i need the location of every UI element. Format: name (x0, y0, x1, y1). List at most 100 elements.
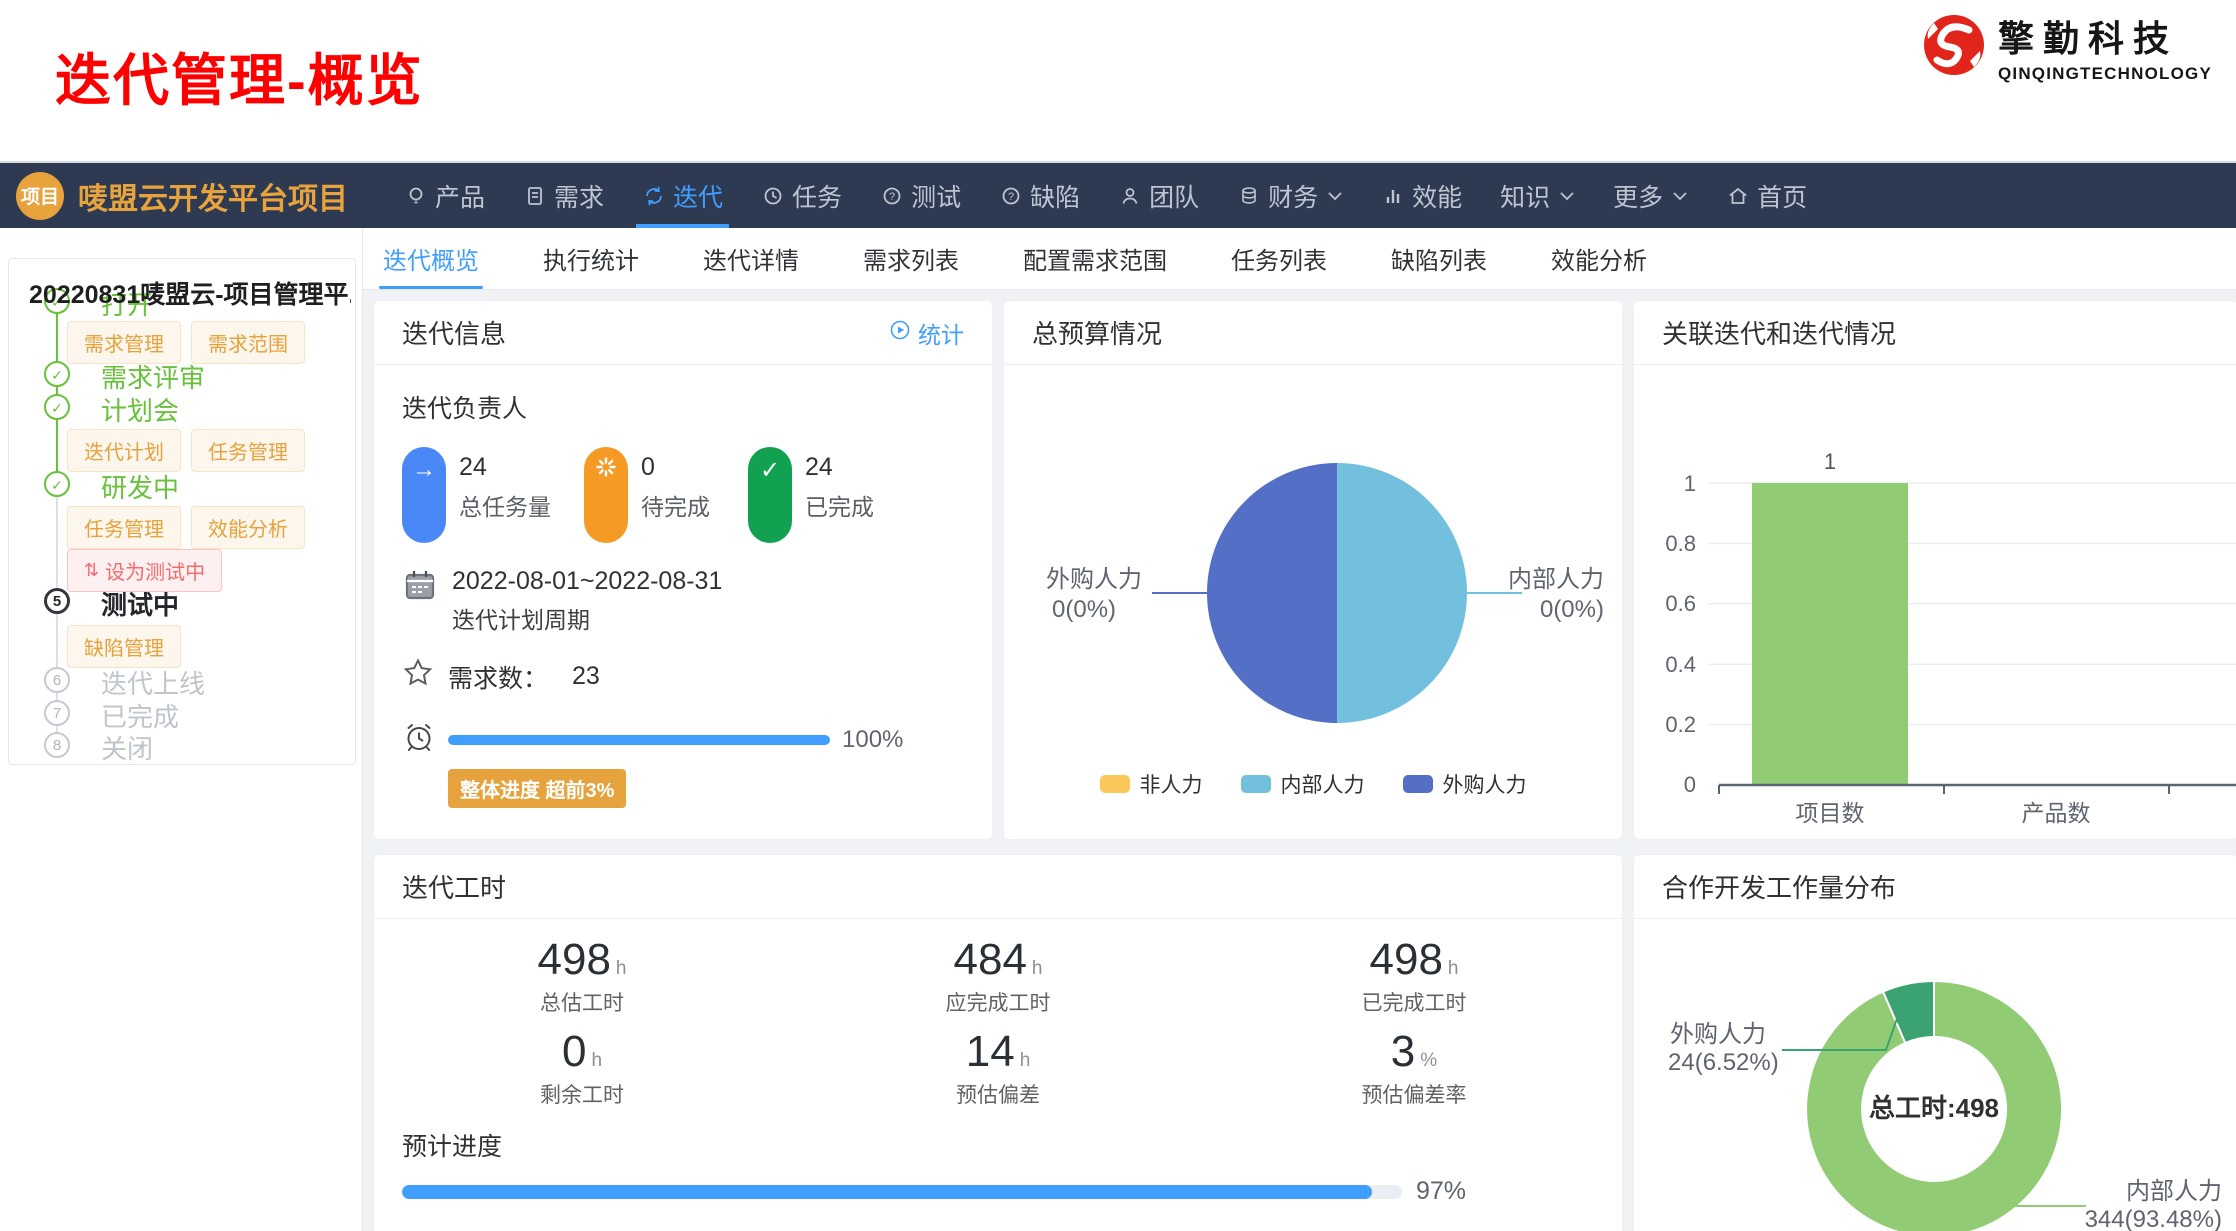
defect-manage-button[interactable]: 缺陷管理 (67, 625, 181, 668)
nav-item-label: 需求 (554, 178, 604, 214)
legend-item-internal[interactable]: 内部人力 (1241, 769, 1365, 799)
nav-item-team[interactable]: 团队 (1106, 163, 1211, 228)
step-circle-online: 6 (44, 667, 70, 693)
alarm-clock-icon (402, 720, 436, 759)
iteration-hours-card: 迭代工时 498h 总估工时 484h 应完成工时 (373, 854, 1623, 1231)
set-testing-button[interactable]: ⇅设为测试中 (67, 549, 222, 592)
y-tick: 0 (1684, 772, 1696, 797)
overall-progress-value: 100% (842, 726, 903, 754)
iteration-plan-button[interactable]: 迭代计划 (67, 429, 181, 472)
nav-item-label: 更多 (1613, 178, 1663, 214)
nav-item-knowledge[interactable]: 知识 (1488, 163, 1587, 228)
workload-donut-chart: 外购人力 24(6.52%) 内部人力 344(93.48%) 总工时:498 (1634, 919, 2236, 1231)
pie-label-left-value: 0(0%) (1052, 596, 1116, 623)
x-category-project: 项目数 (1796, 800, 1865, 826)
legend-swatch (1403, 775, 1433, 793)
expected-progress-row: 97% (402, 1177, 1622, 1206)
tab-defect-list[interactable]: 缺陷列表 (1387, 228, 1491, 289)
company-logo: 擎勤科技 QINQINGTECHNOLOGY (1922, 10, 2212, 84)
project-badge: 项目 (16, 172, 64, 220)
nav-item-label: 任务 (792, 178, 842, 214)
clock-icon (761, 184, 785, 208)
bar-value-label: 1 (1824, 449, 1836, 474)
nav-item-product[interactable]: 产品 (392, 163, 497, 228)
page-header: 迭代管理-概览 擎勤科技 QINQINGTECHNOLOGY (0, 0, 2236, 163)
donut-center-label: 总工时:498 (1869, 1093, 1999, 1123)
chevron-down-icon (1672, 191, 1688, 201)
tab-requirement-list[interactable]: 需求列表 (859, 228, 963, 289)
expected-progress-label: 预计进度 (402, 1127, 1622, 1163)
stat-pending-tasks: 0 待完成 (584, 447, 748, 543)
step-label-online: 迭代上线 (101, 664, 205, 701)
svg-text:?: ? (889, 191, 895, 203)
hours-metrics: 498h 总估工时 484h 应完成工时 498h 已完成工时 (374, 935, 1622, 1109)
donut-label-internal-name: 内部人力 (2126, 1178, 2222, 1205)
metric-deviation-rate: 3% 预估偏差率 (1206, 1027, 1622, 1109)
task-manage-button[interactable]: 任务管理 (191, 429, 305, 472)
card-title: 总预算情况 (1032, 314, 1162, 351)
nav-item-defect[interactable]: ? 缺陷 (987, 163, 1092, 228)
x-category-product: 产品数 (2022, 800, 2091, 826)
donut-label-outsourced-value: 24(6.52%) (1668, 1049, 1779, 1076)
project-name: 唛盟云开发平台项目 (78, 174, 348, 218)
tab-iteration-overview[interactable]: 迭代概览 (379, 228, 483, 289)
nav-item-iteration[interactable]: 迭代 (630, 163, 735, 228)
metric-should-complete: 484h 应完成工时 (790, 935, 1206, 1017)
nav-item-home[interactable]: 首页 (1714, 163, 1819, 228)
metric-estimated-deviation: 14h 预估偏差 (790, 1027, 1206, 1109)
coins-icon (1237, 184, 1261, 208)
check-icon: ✓ (748, 447, 792, 543)
step-circle-testing: 5 (44, 588, 70, 614)
card-title: 迭代信息 (402, 314, 506, 351)
related-iteration-card: 关联迭代和迭代情况 1 0.8 0.6 0.4 (1633, 300, 2236, 840)
iteration-title: 20220831唛盟云-项目管理平... (29, 275, 351, 311)
performance-analysis-button[interactable]: 效能分析 (191, 506, 305, 549)
nav-item-finance[interactable]: 财务 (1225, 163, 1355, 228)
metric-total-estimated: 498h 总估工时 (374, 935, 790, 1017)
demand-label: 需求数： (448, 659, 548, 695)
play-circle-icon (889, 319, 911, 347)
nav-item-test[interactable]: ? 测试 (868, 163, 973, 228)
step-label-planning: 计划会 (101, 391, 179, 428)
nav-item-more[interactable]: 更多 (1601, 163, 1700, 228)
person-icon (1118, 184, 1142, 208)
tab-bar: 迭代概览 执行统计 迭代详情 需求列表 配置需求范围 任务列表 缺陷列表 效能分… (363, 228, 2236, 290)
y-tick: 0.4 (1665, 652, 1696, 677)
page-title: 迭代管理-概览 (55, 36, 424, 117)
pie-slice-outsourced[interactable] (1207, 463, 1337, 723)
stats-link[interactable]: 统计 (889, 316, 964, 350)
bar-project-count[interactable] (1752, 483, 1908, 785)
cycle-icon (642, 184, 666, 208)
pie-slice-internal[interactable] (1337, 463, 1467, 723)
nav-item-requirement[interactable]: 需求 (511, 163, 616, 228)
tab-task-list[interactable]: 任务列表 (1227, 228, 1331, 289)
plan-period: 2022-08-01~2022-08-31 (452, 567, 722, 596)
tab-execution-stats[interactable]: 执行统计 (539, 228, 643, 289)
requirement-manage-button[interactable]: 需求管理 (67, 321, 181, 364)
page: 迭代管理-概览 擎勤科技 QINQINGTECHNOLOGY 项目 唛盟云开发平… (0, 0, 2236, 1231)
y-tick: 0.2 (1665, 712, 1696, 737)
requirement-scope-button[interactable]: 需求范围 (191, 321, 305, 364)
stat-done-tasks: ✓ 24 已完成 (748, 447, 930, 543)
tab-iteration-detail[interactable]: 迭代详情 (699, 228, 803, 289)
star-icon (402, 657, 434, 696)
nav-item-label: 效能 (1412, 178, 1462, 214)
task-manage-button[interactable]: 任务管理 (67, 506, 181, 549)
tab-performance-analysis[interactable]: 效能分析 (1547, 228, 1651, 289)
card-title: 关联迭代和迭代情况 (1662, 314, 1896, 351)
legend-item-outsourced[interactable]: 外购人力 (1403, 769, 1527, 799)
card-title: 合作开发工作量分布 (1662, 868, 1896, 905)
left-sidebar: 20220831唛盟云-项目管理平... ✓ 打开 需求管理 需求范围 ✓ 需求… (0, 228, 363, 1231)
tab-configure-scope[interactable]: 配置需求范围 (1019, 228, 1171, 289)
demand-count-row: 需求数： 23 (402, 657, 964, 696)
nav-item-performance[interactable]: 效能 (1369, 163, 1474, 228)
nav-item-task[interactable]: 任务 (749, 163, 854, 228)
question-circle-icon: ? (999, 184, 1023, 208)
legend-item-nonhuman[interactable]: 非人力 (1100, 769, 1203, 799)
demand-value: 23 (572, 662, 600, 691)
overall-progress-bar (448, 735, 830, 745)
budget-legend: 非人力 内部人力 外购人力 (1004, 769, 1622, 799)
step-circle-planning: ✓ (44, 394, 70, 420)
donut-label-outsourced-name: 外购人力 (1670, 1021, 1766, 1048)
workload-distribution-card: 合作开发工作量分布 外购人力 24(6.52%) 内部人力 344(93.48%… (1633, 854, 2236, 1231)
